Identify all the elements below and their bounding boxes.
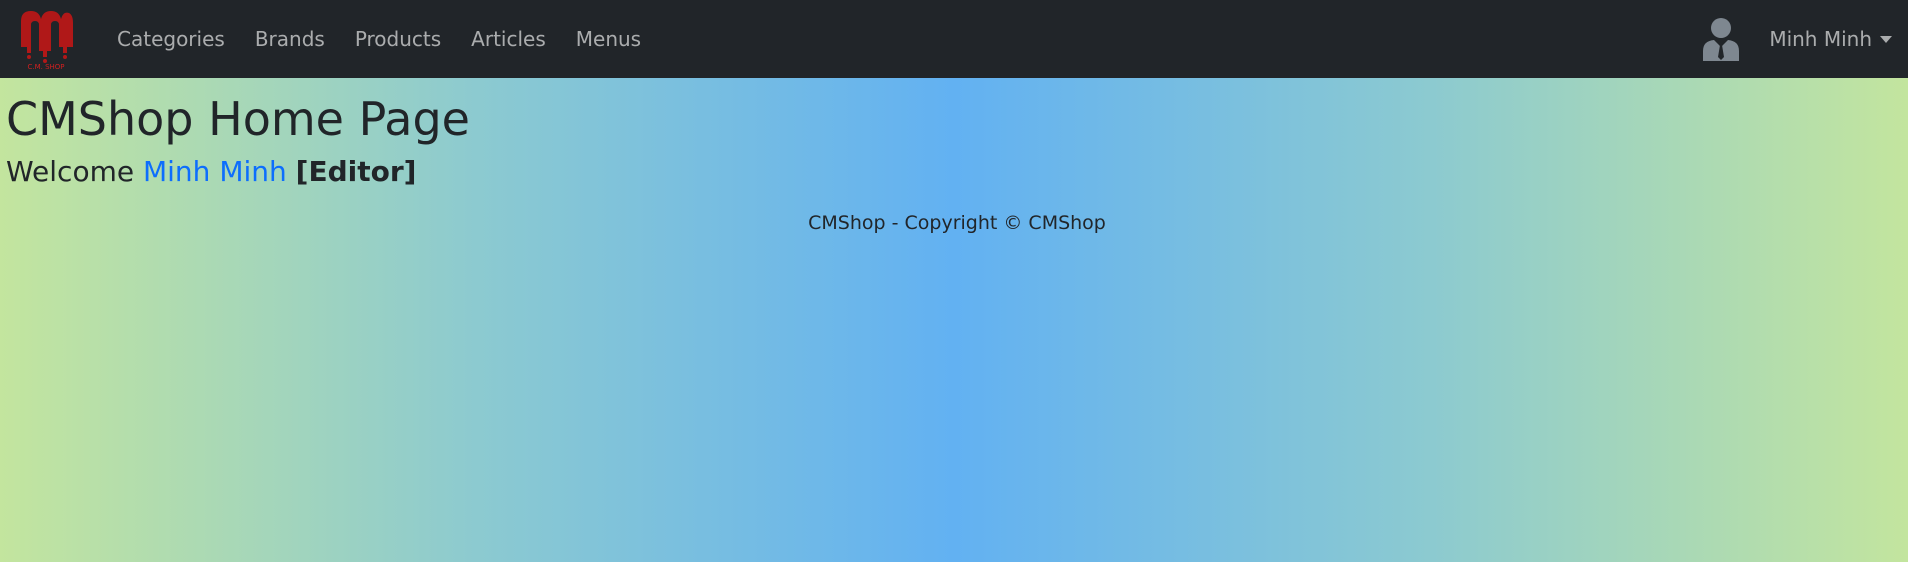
user-dropdown-toggle[interactable]: Minh Minh xyxy=(1769,27,1892,51)
welcome-line: Welcome Minh Minh [Editor] xyxy=(6,155,1908,188)
nav-menus[interactable]: Menus xyxy=(576,27,641,51)
brand-logo[interactable]: C.M. SHOP xyxy=(14,7,78,71)
page-title: CMShop Home Page xyxy=(6,92,470,146)
nav-brands[interactable]: Brands xyxy=(255,27,325,51)
user-role: [Editor] xyxy=(295,155,417,189)
footer-text: CMShop - Copyright © CMShop xyxy=(808,212,1106,235)
nav-categories[interactable]: Categories xyxy=(117,27,225,51)
welcome-prefix: Welcome xyxy=(6,155,135,189)
main-content: CMShop Home Page Welcome Minh Minh [Edit… xyxy=(0,92,1908,234)
nav-user-area: Minh Minh xyxy=(1701,0,1892,78)
nav-links: Categories Brands Products Articles Menu… xyxy=(117,27,671,51)
caret-down-icon xyxy=(1880,35,1892,43)
logo-icon: C.M. SHOP xyxy=(21,11,73,71)
top-navbar: C.M. SHOP Categories Brands Products Art… xyxy=(0,0,1908,78)
welcome-user-link[interactable]: Minh Minh xyxy=(143,155,287,188)
svg-text:C.M. SHOP: C.M. SHOP xyxy=(27,63,64,71)
nav-articles[interactable]: Articles xyxy=(471,27,546,51)
user-avatar-icon[interactable] xyxy=(1701,17,1741,61)
nav-products[interactable]: Products xyxy=(355,27,441,51)
user-name: Minh Minh xyxy=(1769,27,1872,51)
